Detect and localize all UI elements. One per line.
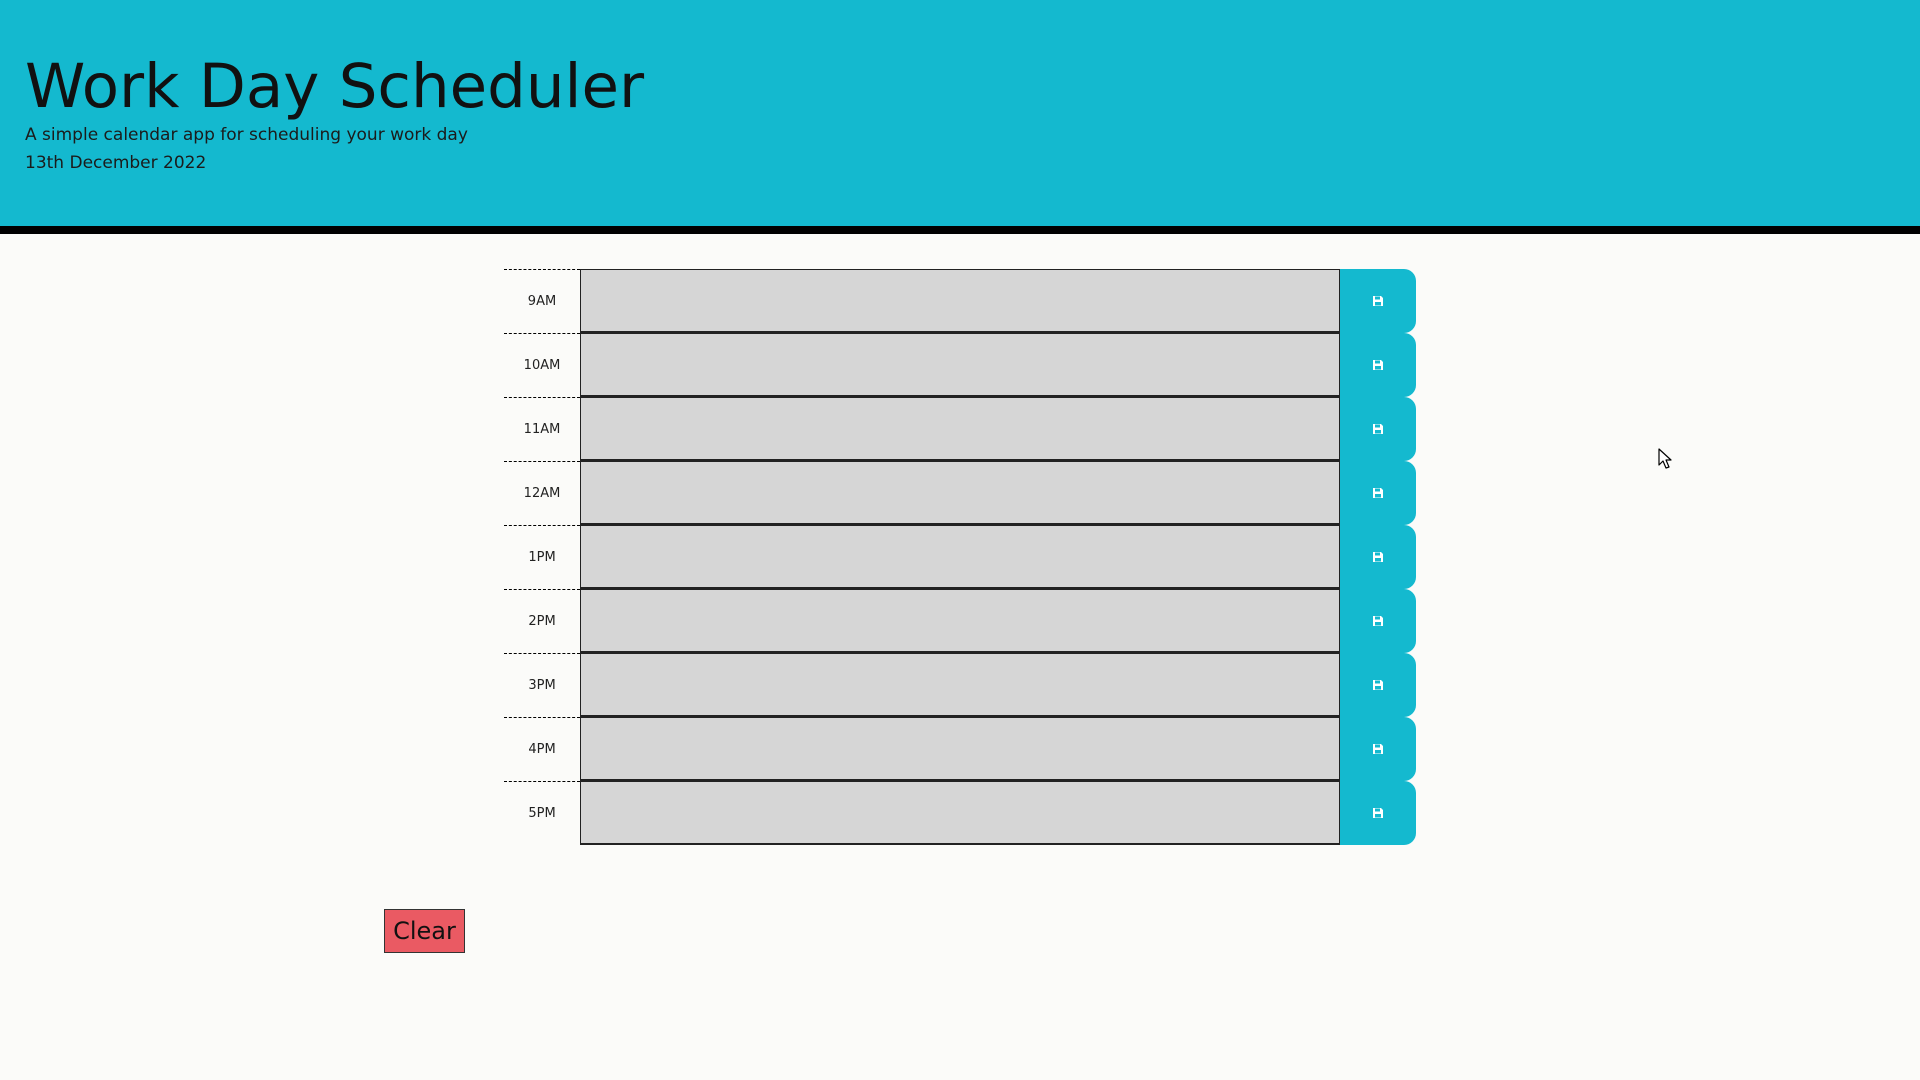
hour-label: 9AM bbox=[504, 269, 580, 333]
page-title: Work Day Scheduler bbox=[25, 51, 645, 122]
save-button-10am[interactable] bbox=[1340, 333, 1416, 397]
save-button-5pm[interactable] bbox=[1340, 781, 1416, 845]
hour-label: 10AM bbox=[504, 333, 580, 397]
time-row-1pm: 1PM bbox=[504, 525, 1416, 589]
save-button-11am[interactable] bbox=[1340, 397, 1416, 461]
hour-label: 12AM bbox=[504, 461, 580, 525]
floppy-disk-icon bbox=[1373, 552, 1383, 562]
save-button-2pm[interactable] bbox=[1340, 589, 1416, 653]
current-date: 13th December 2022 bbox=[25, 153, 207, 173]
save-button-3pm[interactable] bbox=[1340, 653, 1416, 717]
floppy-disk-icon bbox=[1373, 808, 1383, 818]
floppy-disk-icon bbox=[1373, 616, 1383, 626]
floppy-disk-icon bbox=[1373, 744, 1383, 754]
save-button-12am[interactable] bbox=[1340, 461, 1416, 525]
floppy-disk-icon bbox=[1373, 680, 1383, 690]
time-row-2pm: 2PM bbox=[504, 589, 1416, 653]
event-textarea-3pm[interactable] bbox=[580, 653, 1340, 717]
save-button-9am[interactable] bbox=[1340, 269, 1416, 333]
event-textarea-12am[interactable] bbox=[580, 461, 1340, 525]
event-textarea-2pm[interactable] bbox=[580, 589, 1340, 653]
event-textarea-10am[interactable] bbox=[580, 333, 1340, 397]
event-textarea-11am[interactable] bbox=[580, 397, 1340, 461]
floppy-disk-icon bbox=[1373, 360, 1383, 370]
time-row-12am: 12AM bbox=[504, 461, 1416, 525]
hour-label: 5PM bbox=[504, 781, 580, 845]
save-button-4pm[interactable] bbox=[1340, 717, 1416, 781]
time-row-9am: 9AM bbox=[504, 269, 1416, 333]
time-row-5pm: 5PM bbox=[504, 781, 1416, 845]
hour-label: 11AM bbox=[504, 397, 580, 461]
time-row-11am: 11AM bbox=[504, 397, 1416, 461]
event-textarea-5pm[interactable] bbox=[580, 781, 1340, 845]
page-subtitle: A simple calendar app for scheduling you… bbox=[25, 125, 468, 145]
hour-label: 1PM bbox=[504, 525, 580, 589]
page-header: Work Day Scheduler A simple calendar app… bbox=[0, 0, 1920, 234]
clear-button[interactable]: Clear bbox=[384, 909, 465, 953]
time-row-10am: 10AM bbox=[504, 333, 1416, 397]
floppy-disk-icon bbox=[1373, 296, 1383, 306]
mouse-cursor-icon bbox=[1658, 448, 1672, 469]
time-row-4pm: 4PM bbox=[504, 717, 1416, 781]
event-textarea-4pm[interactable] bbox=[580, 717, 1340, 781]
floppy-disk-icon bbox=[1373, 488, 1383, 498]
schedule-container: 9AM 10AM 11AM 12AM 1PM 2PM 3PM 4PM 5PM bbox=[504, 269, 1416, 845]
event-textarea-9am[interactable] bbox=[580, 269, 1340, 333]
time-row-3pm: 3PM bbox=[504, 653, 1416, 717]
hour-label: 4PM bbox=[504, 717, 580, 781]
floppy-disk-icon bbox=[1373, 424, 1383, 434]
hour-label: 2PM bbox=[504, 589, 580, 653]
event-textarea-1pm[interactable] bbox=[580, 525, 1340, 589]
save-button-1pm[interactable] bbox=[1340, 525, 1416, 589]
hour-label: 3PM bbox=[504, 653, 580, 717]
